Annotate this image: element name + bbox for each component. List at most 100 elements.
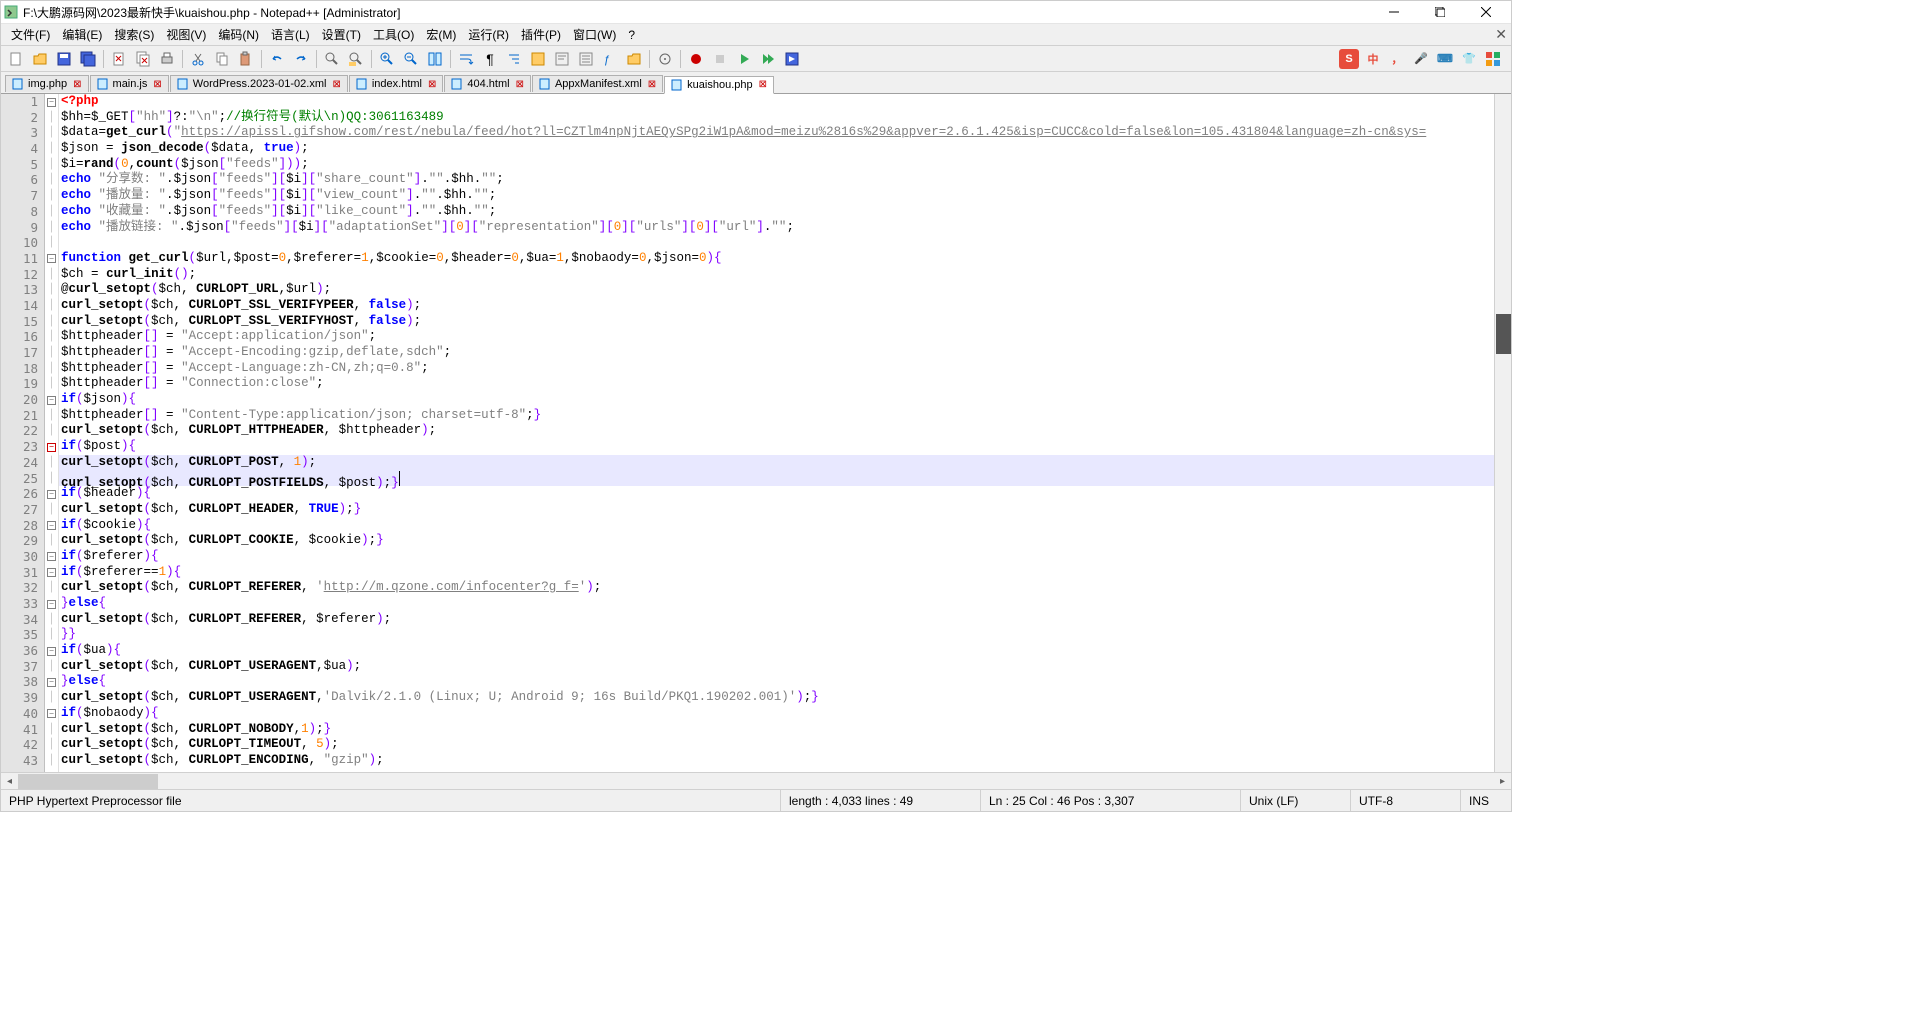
macro-save-button[interactable] [781, 48, 803, 70]
new-file-button[interactable] [5, 48, 27, 70]
redo-button[interactable] [290, 48, 312, 70]
code-area[interactable]: <?php$hh=$_GET["hh"]?:"\n";//换行符号(默认\n)Q… [59, 94, 1494, 772]
tab-close-icon[interactable]: ⊠ [73, 79, 81, 90]
file-tab[interactable]: 404.html ⊠ [444, 75, 531, 92]
ime-sogou-icon[interactable]: S [1339, 49, 1359, 69]
macro-play-button[interactable] [733, 48, 755, 70]
cut-button[interactable] [187, 48, 209, 70]
ime-punct-button[interactable]: ， [1387, 49, 1407, 69]
menu-item[interactable]: 设置(T) [316, 24, 367, 45]
wordwrap-button[interactable] [455, 48, 477, 70]
menu-item[interactable]: 编辑(E) [56, 24, 108, 45]
toolbar: ¶ ƒ S 中 ， 🎤 ⌨ 👕 [1, 46, 1511, 72]
func-list-button[interactable]: ƒ [599, 48, 621, 70]
file-icon [539, 78, 551, 90]
status-encoding[interactable]: UTF-8 [1351, 790, 1461, 811]
menubar-close-icon[interactable]: ✕ [1495, 26, 1507, 43]
tab-close-icon[interactable]: ⊠ [332, 79, 340, 90]
tab-label: AppxManifest.xml [555, 78, 642, 90]
zoom-in-button[interactable] [376, 48, 398, 70]
tab-close-icon[interactable]: ⊠ [759, 79, 767, 90]
macro-record-button[interactable] [685, 48, 707, 70]
menu-item[interactable]: 视图(V) [160, 24, 212, 45]
tab-label: img.php [28, 78, 67, 90]
tab-label: 404.html [467, 78, 509, 90]
save-button[interactable] [53, 48, 75, 70]
menu-item[interactable]: 编码(N) [212, 24, 265, 45]
horizontal-scrollbar[interactable]: ◂ ▸ [1, 772, 1511, 789]
menu-item[interactable]: 语言(L) [265, 24, 316, 45]
menu-item[interactable]: ? [622, 26, 641, 44]
close-file-button[interactable] [108, 48, 130, 70]
file-icon [12, 78, 24, 90]
menu-item[interactable]: 运行(R) [462, 24, 515, 45]
doc-list-button[interactable] [575, 48, 597, 70]
save-all-button[interactable] [77, 48, 99, 70]
tab-label: index.html [372, 78, 422, 90]
menu-item[interactable]: 文件(F) [5, 24, 56, 45]
menu-item[interactable]: 宏(M) [420, 24, 462, 45]
monitor-button[interactable] [654, 48, 676, 70]
scroll-right-arrow[interactable]: ▸ [1494, 773, 1511, 789]
file-tab[interactable]: WordPress.2023-01-02.xml⊠ [170, 75, 348, 92]
scroll-left-arrow[interactable]: ◂ [1, 773, 18, 789]
menu-item[interactable]: 工具(O) [367, 24, 420, 45]
tab-close-icon[interactable]: ⊠ [428, 79, 436, 90]
app-icon [3, 4, 19, 20]
tabbar: img.php⊠main.js⊠WordPress.2023-01-02.xml… [1, 72, 1511, 94]
window-title: F:\大鹏源码网\2023最新快手\kuaishou.php - Notepad… [23, 4, 1371, 21]
menubar: 文件(F)编辑(E)搜索(S)视图(V)编码(N)语言(L)设置(T)工具(O)… [1, 24, 1511, 46]
menu-item[interactable]: 搜索(S) [108, 24, 160, 45]
file-tab[interactable]: main.js ⊠ [90, 75, 169, 92]
doc-map-button[interactable] [551, 48, 573, 70]
tab-label: main.js [113, 78, 148, 90]
zoom-out-button[interactable] [400, 48, 422, 70]
tab-close-icon[interactable]: ⊠ [516, 79, 524, 90]
macro-play-multi-button[interactable] [757, 48, 779, 70]
hscroll-thumb[interactable] [18, 774, 158, 789]
copy-button[interactable] [211, 48, 233, 70]
ime-menu-icon[interactable] [1483, 49, 1503, 69]
print-button[interactable] [156, 48, 178, 70]
ime-skin-icon[interactable]: 👕 [1459, 49, 1479, 69]
menu-item[interactable]: 插件(P) [515, 24, 567, 45]
status-insert-mode[interactable]: INS [1461, 790, 1511, 811]
menu-item[interactable]: 窗口(W) [567, 24, 622, 45]
minimize-button[interactable] [1371, 1, 1417, 23]
file-tab[interactable]: index.html ⊠ [349, 75, 444, 92]
maximize-button[interactable] [1417, 1, 1463, 23]
titlebar: F:\大鹏源码网\2023最新快手\kuaishou.php - Notepad… [1, 1, 1511, 24]
macro-stop-button[interactable] [709, 48, 731, 70]
ime-keyboard-icon[interactable]: ⌨ [1435, 49, 1455, 69]
user-lang-button[interactable] [527, 48, 549, 70]
fold-column[interactable]: −│││││││││−││││││││−││−││−│−│−−│−││−│−│−… [45, 94, 59, 772]
ime-mic-icon[interactable]: 🎤 [1411, 49, 1431, 69]
status-language: PHP Hypertext Preprocessor file [1, 790, 781, 811]
tab-label: kuaishou.php [687, 79, 752, 91]
tab-close-icon[interactable]: ⊠ [153, 79, 161, 90]
scrollbar-thumb[interactable] [1496, 314, 1511, 354]
vertical-scrollbar[interactable] [1494, 94, 1511, 772]
show-all-chars-button[interactable]: ¶ [479, 48, 501, 70]
tab-close-icon[interactable]: ⊠ [648, 79, 656, 90]
indent-guide-button[interactable] [503, 48, 525, 70]
close-all-button[interactable] [132, 48, 154, 70]
undo-button[interactable] [266, 48, 288, 70]
close-button[interactable] [1463, 1, 1509, 23]
ime-lang-button[interactable]: 中 [1363, 49, 1383, 69]
line-number-gutter: 1234567891011121314151617181920212223242… [1, 94, 45, 772]
folder-button[interactable] [623, 48, 645, 70]
file-icon [356, 78, 368, 90]
open-file-button[interactable] [29, 48, 51, 70]
replace-button[interactable] [345, 48, 367, 70]
sync-scroll-button[interactable] [424, 48, 446, 70]
status-eol[interactable]: Unix (LF) [1241, 790, 1351, 811]
file-tab[interactable]: AppxManifest.xml ⊠ [532, 75, 663, 92]
status-length: length : 4,033 lines : 49 [781, 790, 981, 811]
file-tab[interactable]: img.php ⊠ [5, 75, 89, 92]
find-button[interactable] [321, 48, 343, 70]
paste-button[interactable] [235, 48, 257, 70]
file-icon [97, 78, 109, 90]
file-tab[interactable]: kuaishou.php ⊠ [664, 76, 774, 94]
editor: 1234567891011121314151617181920212223242… [1, 94, 1511, 772]
